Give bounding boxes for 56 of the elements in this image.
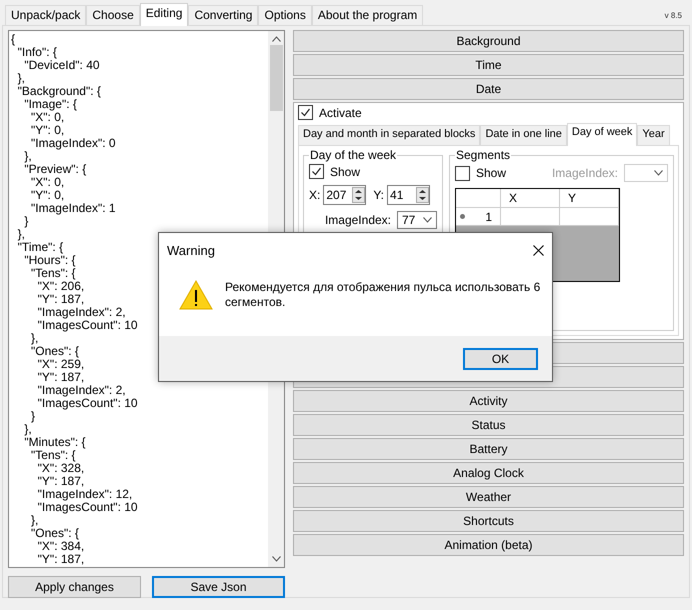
column-header: X [501,189,560,208]
code-line: "Tens": { [30,267,76,280]
code-line: "ImagesCount": 10 [38,501,138,514]
code-line: "ImageIndex": 0 [31,137,116,150]
code-line: }, [30,514,38,527]
code-line: }, [16,228,26,241]
code-line: "Y": 187, [36,475,84,488]
code-line: "Y": 0, [30,189,64,202]
code-line: "Hours": { [23,254,76,267]
field-label: Y: [373,188,384,202]
code-line: "Time": { [16,241,64,254]
dialog-message: Рекомендуется для отображения пульса использовать 6 сегментов. [225,280,542,310]
code-line: "ImagesCount": 10 [38,319,138,332]
code-line: "Image": { [24,98,77,111]
code-line: "X": 0, [30,176,64,189]
code-line: "Preview": { [23,163,86,176]
field-label: ImageIndex: [552,166,618,180]
code-line: "ImageIndex": 2, [36,306,126,319]
code-line: "Minutes": { [23,436,86,449]
code-line: "ImageIndex": 2, [36,384,126,397]
code-line: "ImageIndex": 12, [36,488,132,501]
code-line: "Ones": { [30,527,79,540]
version-label: v 8.5 [664,10,682,20]
code-line: "X": 384, [36,540,84,553]
code-line: "DeviceId": 40 [24,59,100,72]
group-title: Day of the week [309,148,398,162]
code-line: { [11,33,16,46]
checkbox-label: Activate [319,106,362,120]
code-line: "Info": { [16,46,57,59]
row-number: 1 [485,210,492,224]
code-line: "Y": 187, [36,293,84,306]
code-line: }, [16,72,26,85]
field-label: ImageIndex: [324,213,391,227]
code-line: "Y": 187, [36,553,84,566]
code-line: "ImageIndex": 1 [30,202,116,215]
code-line: "X": 0, [31,111,64,124]
code-line: "X": 259, [36,358,84,371]
checkbox-label: Show [476,166,506,180]
code-line: "Y": 187, [36,371,84,384]
checkbox-label: Show [330,164,360,178]
code-line: "Tens": { [30,449,76,462]
code-line: "Ones": { [30,345,79,358]
group-title: Segments [455,148,512,162]
code-line: "Y": 0, [30,124,64,137]
code-line: } [24,215,28,228]
code-line: "X": 206, [36,280,84,293]
code-line: "ImagesCount": 10 [36,397,138,410]
code-line: }, [23,150,32,163]
code-line: }, [30,332,38,345]
dialog-title: Warning [167,242,215,258]
code-line: "X": 328, [36,462,84,475]
code-line: }, [23,423,32,436]
field-label: X: [309,188,320,202]
code-line: "Background": { [16,85,101,98]
code-line: } [31,410,36,423]
column-header: Y [560,189,619,208]
